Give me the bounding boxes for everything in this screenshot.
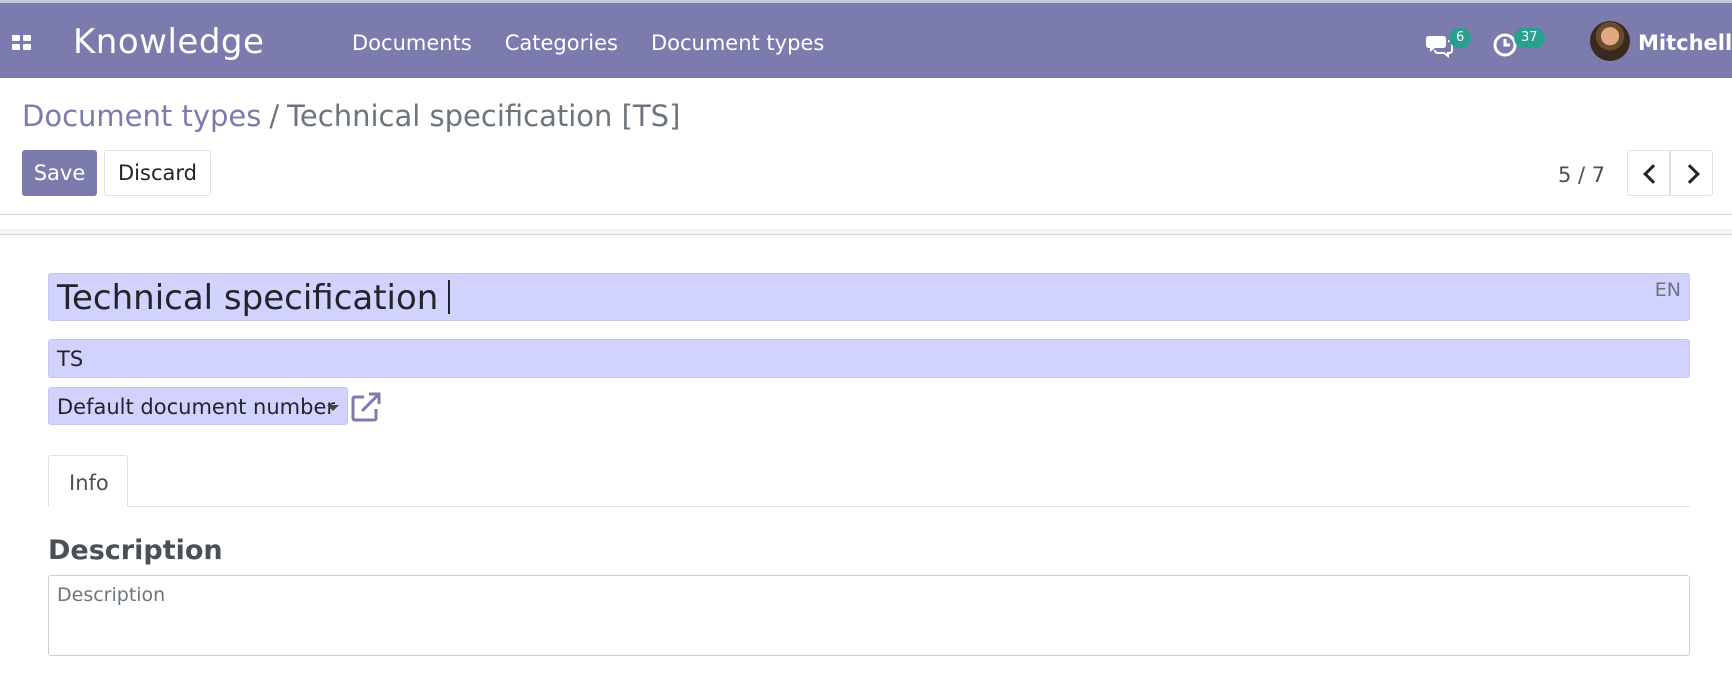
menu-item-categories[interactable]: Categories bbox=[505, 29, 618, 57]
numbering-value: Default document number bbox=[57, 395, 335, 419]
user-avatar[interactable] bbox=[1590, 21, 1630, 61]
tab-info-label: Info bbox=[69, 471, 109, 495]
name-value: Technical specification bbox=[57, 278, 439, 318]
chevron-right-icon bbox=[1680, 164, 1700, 184]
chevron-left-icon bbox=[1643, 164, 1663, 184]
discard-button[interactable]: Discard bbox=[104, 150, 211, 196]
activities-count-badge: 37 bbox=[1514, 28, 1545, 48]
top-navbar: Knowledge Documents Categories Document … bbox=[0, 0, 1732, 78]
activities-button[interactable]: 37 bbox=[1492, 23, 1552, 63]
save-button[interactable]: Save bbox=[22, 150, 97, 196]
pager-next-button[interactable] bbox=[1670, 150, 1713, 196]
name-input-value: Technical specification bbox=[57, 278, 451, 318]
breadcrumb: Document types / Technical specification [… bbox=[22, 96, 680, 136]
breadcrumb-parent-link[interactable]: Document types bbox=[22, 99, 261, 133]
external-link-icon[interactable] bbox=[350, 391, 382, 423]
description-input[interactable]: Description bbox=[48, 575, 1690, 656]
tab-info[interactable]: Info bbox=[48, 455, 128, 507]
apps-menu-icon[interactable] bbox=[12, 35, 32, 51]
sheet-top-border bbox=[0, 234, 1732, 235]
breadcrumb-separator: / bbox=[269, 99, 280, 133]
code-value: TS bbox=[57, 347, 84, 371]
main-menu: Documents Categories Document types bbox=[352, 29, 857, 57]
control-panel-divider bbox=[0, 214, 1732, 215]
breadcrumb-current: Technical specification [TS] bbox=[287, 99, 681, 133]
code-field[interactable]: TS bbox=[48, 339, 1690, 378]
pager-value[interactable]: 5 / 7 bbox=[1558, 161, 1605, 189]
menu-item-document-types[interactable]: Document types bbox=[651, 29, 824, 57]
messages-button[interactable]: 6 bbox=[1425, 23, 1472, 63]
name-field[interactable]: Technical specification EN bbox=[48, 273, 1690, 321]
sheet-shadow bbox=[0, 229, 1732, 237]
app-name[interactable]: Knowledge bbox=[73, 20, 264, 64]
description-heading: Description bbox=[48, 535, 223, 566]
numbering-select[interactable]: Default document number bbox=[48, 387, 348, 425]
user-name[interactable]: Mitchell bbox=[1638, 29, 1732, 57]
pager-previous-button[interactable] bbox=[1627, 150, 1670, 196]
text-cursor bbox=[448, 280, 451, 314]
menu-item-documents[interactable]: Documents bbox=[352, 29, 472, 57]
tabs-baseline bbox=[48, 506, 1690, 507]
language-button[interactable]: EN bbox=[1655, 279, 1681, 301]
messages-count-badge: 6 bbox=[1449, 28, 1472, 48]
caret-down-icon bbox=[327, 405, 339, 411]
